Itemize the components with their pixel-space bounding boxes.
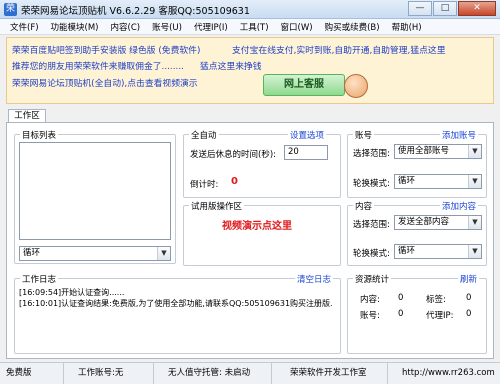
stat-account-label: 账号: bbox=[360, 311, 380, 321]
content-scope-label: 选择范围: bbox=[353, 220, 390, 230]
stat-tag-value: 0 bbox=[466, 293, 472, 303]
stat-proxy-value: 0 bbox=[466, 309, 472, 319]
log-line: [16:09:54]开始认证查询...... bbox=[19, 288, 125, 297]
status-bar: 免费版 工作账号:无 无人值守托管: 未启动 荣荣软件开发工作室 http://… bbox=[0, 362, 500, 384]
banner-link-referral[interactable]: 推荐您的朋友用荣荣软件来赚取佣金了........ bbox=[12, 59, 184, 72]
resource-stats-title: 资源统计 bbox=[353, 273, 392, 285]
status-unattended: 无人值守托管: 未启动 bbox=[154, 362, 272, 384]
stat-proxy-label: 代理IP: bbox=[426, 311, 454, 321]
chevron-down-icon[interactable]: ▼ bbox=[468, 245, 481, 258]
menu-help[interactable]: 帮助(H) bbox=[386, 21, 428, 33]
app-icon: 荣 bbox=[4, 3, 17, 16]
stat-account-value: 0 bbox=[398, 309, 404, 319]
countdown-label: 倒计时: bbox=[190, 180, 219, 190]
content-group: 内容 添加内容 选择范围: 发送全部内容 ▼ 轮换模式: 循环 ▼ bbox=[347, 200, 487, 266]
log-line: [16:10:01]认证查询结果:免费版,为了使用全部功能,请联系QQ:5051… bbox=[19, 299, 333, 308]
rest-time-input[interactable]: 20 bbox=[284, 145, 328, 160]
account-mode-value: 循环 bbox=[398, 176, 416, 186]
account-scope-value: 使用全部账号 bbox=[398, 146, 450, 156]
minimize-button[interactable]: — bbox=[408, 1, 432, 16]
service-avatar-icon bbox=[344, 74, 368, 98]
maximize-button[interactable]: □ bbox=[433, 1, 457, 16]
target-listbox[interactable] bbox=[19, 142, 171, 240]
status-studio: 荣荣软件开发工作室 bbox=[272, 362, 388, 384]
menu-proxy[interactable]: 代理IP(I) bbox=[188, 21, 234, 33]
stat-tag-label: 标签: bbox=[426, 295, 446, 305]
countdown-value: 0 bbox=[231, 176, 238, 187]
content-mode-select[interactable]: 循环 ▼ bbox=[394, 244, 482, 259]
stat-content-label: 内容: bbox=[360, 295, 380, 305]
stat-content-value: 0 bbox=[398, 293, 404, 303]
account-scope-label: 选择范围: bbox=[353, 149, 390, 159]
status-work-account: 工作账号:无 bbox=[64, 362, 154, 384]
chevron-down-icon[interactable]: ▼ bbox=[468, 216, 481, 229]
account-title: 账号 bbox=[353, 129, 375, 141]
menu-modules[interactable]: 功能模块(M) bbox=[45, 21, 105, 33]
work-log-group: 工作日志 清空日志 [16:09:54]开始认证查询...... [16:10:… bbox=[14, 273, 341, 354]
target-loop-select[interactable]: 循环 ▼ bbox=[19, 246, 171, 261]
content-scope-value: 发送全部内容 bbox=[398, 217, 450, 227]
banner-link-alipay[interactable]: 支付宝在线支付,实时到账,自助开通,自助管理,猛点这里 bbox=[232, 43, 446, 56]
account-mode-label: 轮换模式: bbox=[353, 179, 390, 189]
account-mode-select[interactable]: 循环 ▼ bbox=[394, 174, 482, 189]
content-title: 内容 bbox=[353, 200, 375, 212]
ad-banner: 荣荣百度贴吧签到助手安装版 绿色版 (免费软件) 支付宝在线支付,实时到账,自助… bbox=[6, 37, 494, 104]
status-url[interactable]: http://www.rr263.com bbox=[388, 363, 500, 384]
add-account-link[interactable]: 添加账号 bbox=[440, 129, 479, 141]
banner-link-video[interactable]: 荣荣网易论坛顶贴机(全自动),点击查看视频演示 bbox=[12, 76, 198, 89]
workspace-panel: 目标列表 循环 ▼ 全自动 设置选项 发送后休息的时间(秒): 20 倒计时: … bbox=[6, 122, 494, 359]
settings-link[interactable]: 设置选项 bbox=[288, 129, 327, 141]
close-button[interactable]: ✕ bbox=[458, 1, 496, 16]
account-group: 账号 添加账号 选择范围: 使用全部账号 ▼ 轮换模式: 循环 ▼ bbox=[347, 129, 487, 198]
target-list-title: 目标列表 bbox=[20, 129, 59, 141]
menu-tools[interactable]: 工具(T) bbox=[234, 21, 275, 33]
online-service-button[interactable]: 网上客服 bbox=[263, 74, 345, 96]
chevron-down-icon[interactable]: ▼ bbox=[157, 247, 170, 260]
menu-account[interactable]: 账号(U) bbox=[146, 21, 188, 33]
auto-group: 全自动 设置选项 发送后休息的时间(秒): 20 倒计时: 0 bbox=[183, 129, 341, 198]
title-bar: 荣 荣荣网易论坛顶贴机 V6.6.2.29 客服QQ:505109631 — □… bbox=[0, 0, 500, 19]
account-scope-select[interactable]: 使用全部账号 ▼ bbox=[394, 144, 482, 159]
video-demo-link[interactable]: 视频演示点这里 bbox=[222, 217, 292, 232]
chevron-down-icon[interactable]: ▼ bbox=[468, 145, 481, 158]
resource-stats-group: 资源统计 刷新 内容: 0 标签: 0 账号: 0 代理IP: 0 bbox=[347, 273, 487, 354]
work-log-title: 工作日志 bbox=[20, 273, 59, 285]
clear-log-link[interactable]: 清空日志 bbox=[295, 273, 334, 285]
menu-content[interactable]: 内容(C) bbox=[105, 21, 147, 33]
window-title: 荣荣网易论坛顶贴机 V6.6.2.29 客服QQ:505109631 bbox=[21, 6, 250, 17]
tab-workspace[interactable]: 工作区 bbox=[8, 109, 46, 123]
target-list-group: 目标列表 循环 ▼ bbox=[14, 129, 176, 264]
content-mode-label: 轮换模式: bbox=[353, 249, 390, 259]
menu-file[interactable]: 文件(F) bbox=[4, 21, 45, 33]
menu-window[interactable]: 窗口(W) bbox=[275, 21, 319, 33]
refresh-link[interactable]: 刷新 bbox=[458, 273, 480, 285]
content-mode-value: 循环 bbox=[398, 246, 416, 256]
add-content-link[interactable]: 添加内容 bbox=[440, 200, 479, 212]
target-loop-value: 循环 bbox=[23, 248, 41, 258]
menu-bar: 文件(F) 功能模块(M) 内容(C) 账号(U) 代理IP(I) 工具(T) … bbox=[0, 19, 500, 35]
menu-purchase[interactable]: 购买或续费(B) bbox=[319, 21, 386, 33]
trial-title: 试用版操作区 bbox=[189, 200, 245, 212]
rest-time-label: 发送后休息的时间(秒): bbox=[190, 150, 276, 160]
auto-title: 全自动 bbox=[189, 129, 219, 141]
log-text-area[interactable]: [16:09:54]开始认证查询...... [16:10:01]认证查询结果:… bbox=[19, 287, 336, 309]
status-edition: 免费版 bbox=[0, 362, 64, 384]
trial-group: 试用版操作区 视频演示点这里 bbox=[183, 200, 341, 266]
banner-link-baidu[interactable]: 荣荣百度贴吧签到助手安装版 绿色版 (免费软件) bbox=[12, 43, 200, 56]
chevron-down-icon[interactable]: ▼ bbox=[468, 175, 481, 188]
banner-link-earn[interactable]: 猛点这里来挣钱 bbox=[200, 59, 262, 72]
content-scope-select[interactable]: 发送全部内容 ▼ bbox=[394, 215, 482, 230]
